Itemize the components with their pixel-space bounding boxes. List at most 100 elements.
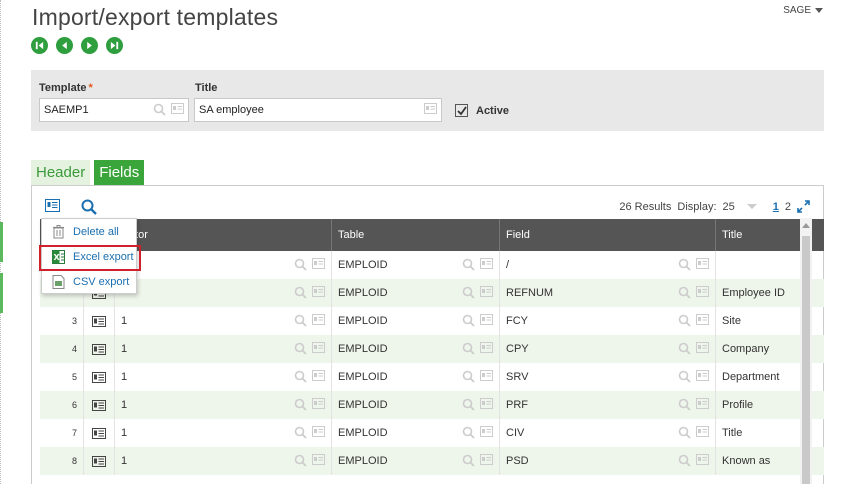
page-link-1[interactable]: 1 xyxy=(773,201,779,213)
vertical-scrollbar[interactable] xyxy=(800,218,812,484)
search-icon[interactable] xyxy=(294,426,307,439)
detail-card-icon[interactable] xyxy=(312,426,325,437)
row-detail-icon[interactable] xyxy=(92,315,106,327)
table-value[interactable]: EMPLOID xyxy=(338,259,388,271)
title-value[interactable]: Known as xyxy=(722,455,770,467)
table-row[interactable]: 3 1 EMPLOID FCY Site xyxy=(40,307,824,335)
title-value[interactable]: Department xyxy=(722,371,779,383)
title-cell[interactable] xyxy=(716,251,796,279)
indicator-value[interactable]: 1 xyxy=(121,455,127,467)
indicator-value[interactable]: 1 xyxy=(121,427,127,439)
search-icon[interactable] xyxy=(294,454,307,467)
user-menu[interactable]: SAGE xyxy=(783,5,823,16)
table-value[interactable]: EMPLOID xyxy=(338,427,388,439)
field-cell[interactable]: / xyxy=(500,251,716,279)
search-icon[interactable] xyxy=(462,370,475,383)
detail-card-icon[interactable] xyxy=(696,426,709,437)
table-value[interactable]: EMPLOID xyxy=(338,343,388,355)
field-cell[interactable]: PSD xyxy=(500,447,716,475)
detail-card-icon[interactable] xyxy=(312,286,325,297)
indicator-cell[interactable]: 1 xyxy=(115,307,332,335)
indicator-value[interactable]: 1 xyxy=(121,371,127,383)
title-value[interactable]: Profile xyxy=(722,399,753,411)
detail-card-icon[interactable] xyxy=(696,342,709,353)
user-name[interactable]: SAGE xyxy=(783,5,811,16)
indicator-value[interactable]: 1 xyxy=(121,399,127,411)
title-field[interactable]: SA employee xyxy=(194,98,442,122)
menu-item-label[interactable]: Delete all xyxy=(73,226,119,238)
active-checkbox-group[interactable]: Active xyxy=(455,104,509,117)
table-row[interactable]: 4 1 EMPLOID CPY Company xyxy=(40,335,824,363)
search-icon[interactable] xyxy=(678,454,691,467)
field-cell[interactable]: CIV xyxy=(500,419,716,447)
search-icon[interactable] xyxy=(294,314,307,327)
table-cell[interactable]: EMPLOID xyxy=(332,251,500,279)
search-icon[interactable] xyxy=(462,286,475,299)
row-action[interactable] xyxy=(84,419,115,447)
search-icon[interactable] xyxy=(462,398,475,411)
indicator-value[interactable]: 1 xyxy=(121,343,127,355)
field-cell[interactable]: REFNUM xyxy=(500,279,716,307)
title-cell[interactable]: Known as xyxy=(716,447,796,475)
table-row[interactable]: 5 1 EMPLOID SRV Department xyxy=(40,363,824,391)
table-cell[interactable]: EMPLOID xyxy=(332,363,500,391)
detail-card-icon[interactable] xyxy=(312,342,325,353)
title-cell[interactable]: Profile xyxy=(716,391,796,419)
row-detail-icon[interactable] xyxy=(92,371,106,383)
indicator-cell[interactable]: 1 xyxy=(115,419,332,447)
search-icon[interactable] xyxy=(678,426,691,439)
table-value[interactable]: EMPLOID xyxy=(338,315,388,327)
side-marker[interactable] xyxy=(0,273,3,313)
field-value[interactable]: / xyxy=(506,259,509,271)
field-value[interactable]: CIV xyxy=(506,427,524,439)
indicator-value[interactable]: 1 xyxy=(121,315,127,327)
detail-card-icon[interactable] xyxy=(480,370,493,381)
field-value[interactable]: REFNUM xyxy=(506,287,553,299)
title-value[interactable]: Company xyxy=(722,343,769,355)
tab-fields[interactable]: Fields xyxy=(94,160,145,185)
search-icon[interactable] xyxy=(294,370,307,383)
detail-card-icon[interactable] xyxy=(480,426,493,437)
detail-card-icon[interactable] xyxy=(171,103,184,114)
detail-card-icon[interactable] xyxy=(312,258,325,269)
search-icon[interactable] xyxy=(678,342,691,355)
detail-card-icon[interactable] xyxy=(480,286,493,297)
translation-icon[interactable] xyxy=(424,103,437,114)
search-icon[interactable] xyxy=(462,314,475,327)
indicator-cell[interactable]: 1 xyxy=(115,447,332,475)
menu-item-delete-all[interactable]: Delete all xyxy=(42,220,138,244)
search-icon[interactable] xyxy=(462,426,475,439)
field-cell[interactable]: FCY xyxy=(500,307,716,335)
title-cell[interactable]: Title xyxy=(716,419,796,447)
table-cell[interactable]: EMPLOID xyxy=(332,279,500,307)
row-detail-icon[interactable] xyxy=(92,455,106,467)
title-cell[interactable]: Employee ID xyxy=(716,279,796,307)
table-row[interactable]: EMPLOID REFNUM Employee ID xyxy=(40,279,824,307)
indicator-cell[interactable] xyxy=(115,279,332,307)
indicator-cell[interactable]: 1 xyxy=(115,391,332,419)
table-row[interactable]: 6 1 EMPLOID PRF Profile xyxy=(40,391,824,419)
field-cell[interactable]: CPY xyxy=(500,335,716,363)
title-cell[interactable]: Company xyxy=(716,335,796,363)
detail-card-icon[interactable] xyxy=(480,398,493,409)
scroll-up-icon[interactable] xyxy=(802,223,810,228)
display-select[interactable]: 25 xyxy=(723,201,735,213)
detail-card-icon[interactable] xyxy=(480,314,493,325)
title-value[interactable]: Site xyxy=(722,315,741,327)
field-value[interactable]: PSD xyxy=(506,455,529,467)
grid-actions-icon[interactable] xyxy=(45,199,60,212)
search-icon[interactable] xyxy=(294,286,307,299)
active-checkbox[interactable] xyxy=(455,104,468,117)
row-action[interactable] xyxy=(84,335,115,363)
detail-card-icon[interactable] xyxy=(312,314,325,325)
last-record-icon[interactable] xyxy=(106,37,123,54)
table-cell[interactable]: EMPLOID xyxy=(332,391,500,419)
row-action[interactable] xyxy=(84,307,115,335)
menu-item-label[interactable]: CSV export xyxy=(73,276,129,288)
field-cell[interactable]: SRV xyxy=(500,363,716,391)
field-value[interactable]: CPY xyxy=(506,343,529,355)
table-row[interactable]: 7 1 EMPLOID CIV Title xyxy=(40,419,824,447)
detail-card-icon[interactable] xyxy=(696,258,709,269)
table-row[interactable]: 8 1 EMPLOID PSD Known as xyxy=(40,447,824,475)
field-value[interactable]: FCY xyxy=(506,315,528,327)
